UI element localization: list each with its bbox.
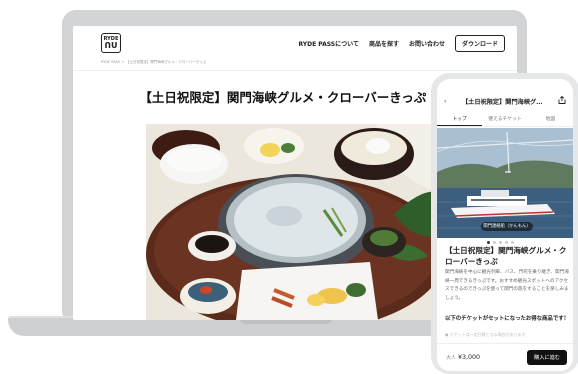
tab-top[interactable]: トップ bbox=[437, 111, 483, 126]
tab-map[interactable]: 地図 bbox=[528, 111, 573, 126]
header-divider bbox=[73, 70, 517, 71]
product-description: 関門海峡を中心に観光列車、バス、門司を乗り継ぎ、関門海峡一周できるきっぷです。お… bbox=[445, 270, 569, 301]
carousel-dots[interactable] bbox=[487, 241, 514, 244]
phone-header-title: 【土日祝限定】関門海峡グ… bbox=[461, 98, 543, 106]
ryde-logo[interactable]: RYDE ᑎᑌ bbox=[101, 33, 121, 53]
buy-button[interactable]: 購入に進む bbox=[527, 350, 567, 365]
nav-about[interactable]: RYDE PASSについて bbox=[298, 39, 359, 48]
breadcrumb[interactable]: RYDE PASS ＞ 【土日祝限定】関門海峡グルメ・クローバーきっぷ bbox=[101, 60, 206, 65]
mockup-stage: RYDE ᑎᑌ RYDE PASSについて 商品を探す お問い合わせ ダウンロー… bbox=[0, 0, 578, 374]
hero-food-image bbox=[146, 124, 443, 320]
phone-tabs: トップ 使えるチケット 地図 bbox=[437, 111, 573, 127]
nav-contact[interactable]: お問い合わせ bbox=[409, 39, 445, 48]
nav-find[interactable]: 商品を探す bbox=[369, 39, 399, 48]
food-illustration bbox=[146, 124, 443, 320]
ticket-note: ● チケットは一定日数となる場合があります bbox=[445, 332, 526, 337]
site-header: RYDE ᑎᑌ RYDE PASSについて 商品を探す お問い合わせ ダウンロー… bbox=[73, 26, 517, 60]
purchase-footer: 大人 ¥3,000 購入に進む bbox=[437, 343, 573, 371]
share-icon[interactable] bbox=[558, 95, 566, 106]
logo-mark: ᑎᑌ bbox=[104, 41, 118, 50]
price-label: 大人 bbox=[446, 355, 457, 361]
image-caption: 関門連絡船（かんもん） bbox=[481, 222, 533, 231]
phone-screen: ‹ 【土日祝限定】関門海峡グ… トップ 使えるチケット 地図 関門連絡船（かんも… bbox=[437, 79, 573, 371]
product-title: 【土日祝限定】関門海峡グルメ・クローバーきっぷ bbox=[445, 246, 567, 266]
ticket-set-heading: 以下のチケットがセットになったお得な商品です！ bbox=[445, 316, 569, 322]
phone-header: ‹ 【土日祝限定】関門海峡グ… bbox=[437, 93, 573, 109]
main-nav: RYDE PASSについて 商品を探す お問い合わせ ダウンロード bbox=[298, 34, 505, 52]
price-value: ¥3,000 bbox=[458, 354, 481, 361]
download-button[interactable]: ダウンロード bbox=[454, 34, 505, 52]
tab-tickets[interactable]: 使えるチケット bbox=[482, 111, 527, 126]
page-title: 【土日祝限定】関門海峡グルメ・クローバーきっぷ ----- bbox=[139, 90, 457, 105]
price: 大人 ¥3,000 bbox=[446, 354, 480, 361]
